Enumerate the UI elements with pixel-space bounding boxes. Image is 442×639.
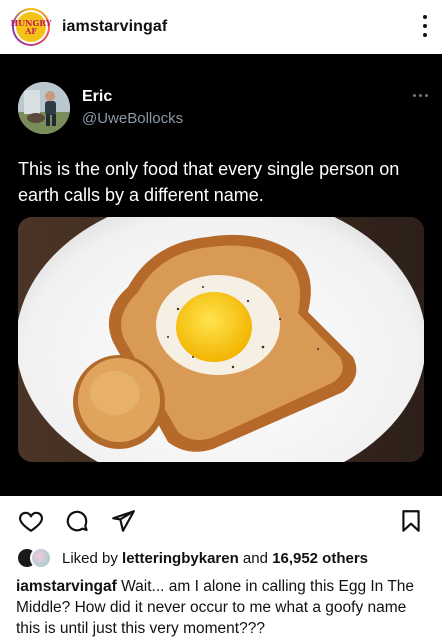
avatar-logo: HUNGRY AF bbox=[11, 12, 51, 42]
post-header: HUNGRY AF iamstarvingaf bbox=[0, 0, 442, 54]
post-caption: iamstarvingaf Wait... am I alone in call… bbox=[16, 576, 430, 639]
tweet-author-handle: @UweBollocks bbox=[82, 110, 184, 127]
bookmark-icon[interactable] bbox=[398, 508, 424, 534]
caption-username[interactable]: iamstarvingaf bbox=[16, 578, 117, 595]
post-username[interactable]: iamstarvingaf bbox=[62, 18, 167, 36]
profile-avatar[interactable]: HUNGRY AF bbox=[11, 8, 51, 46]
heart-icon[interactable] bbox=[18, 508, 44, 534]
tweet-food-photo bbox=[18, 217, 424, 462]
comment-icon[interactable] bbox=[64, 508, 90, 534]
liker-avatars bbox=[16, 547, 54, 569]
more-options-icon[interactable] bbox=[422, 15, 428, 37]
liker-avatar bbox=[30, 547, 52, 569]
likes-count[interactable]: 16,952 others bbox=[272, 550, 368, 567]
tweet-author-name: Eric bbox=[82, 88, 113, 105]
send-icon[interactable] bbox=[110, 508, 136, 534]
post-image[interactable]: Eric @UweBollocks This is the only food … bbox=[0, 54, 442, 496]
tweet-text: This is the only food that every single … bbox=[18, 159, 400, 205]
tweet-avatar bbox=[18, 82, 70, 134]
likes-summary[interactable]: Liked by letteringbykaren and 16,952 oth… bbox=[16, 547, 368, 569]
liker-username[interactable]: letteringbykaren bbox=[122, 550, 239, 567]
post-action-bar bbox=[0, 500, 442, 540]
tweet-more-icon bbox=[413, 94, 428, 97]
